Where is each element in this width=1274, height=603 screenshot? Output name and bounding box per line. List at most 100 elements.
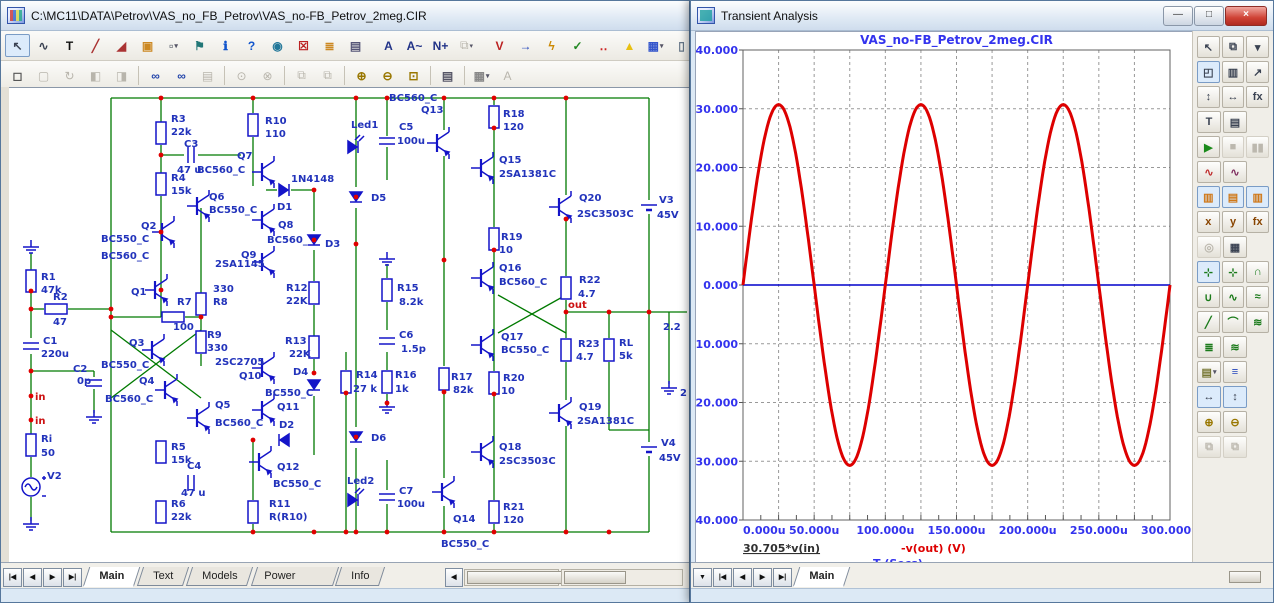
toolbar-separator (138, 66, 139, 85)
schematic-window-titlebar[interactable]: C:\MC11\DATA\Petrov\VAS_no_FB_Petrov\VAS… (1, 1, 689, 31)
info-mode-icon[interactable]: ℹ (213, 34, 238, 57)
fx-axis-settings-icon[interactable]: fx (1246, 211, 1269, 233)
find-next-icon[interactable]: ∞ (169, 64, 194, 87)
top-bottom-icon[interactable]: ≣ (1197, 336, 1221, 358)
tab-info[interactable]: Info (335, 567, 386, 586)
x-axis-settings-icon[interactable]: x (1197, 211, 1220, 233)
find-wave-icon[interactable]: A~ (402, 34, 427, 57)
select-tool-icon[interactable]: ↖ (1197, 36, 1220, 58)
next-peak-icon[interactable]: ∩ (1246, 261, 1269, 283)
digital-path-mode-icon[interactable]: ≣ (317, 34, 342, 57)
point-to-point-mode-icon[interactable]: ◉ (265, 34, 290, 57)
auto-scale-x-icon[interactable]: ↔ (1197, 386, 1221, 408)
next-high-icon[interactable]: ∿ (1222, 286, 1245, 308)
global-high-icon[interactable]: ⌒ (1222, 311, 1245, 333)
conditions-icon[interactable]: ✓ (565, 34, 590, 57)
region-enable-mode-icon[interactable]: ☒ (291, 34, 316, 57)
tab-models[interactable]: Models (186, 567, 254, 586)
minimize-button[interactable]: — (1163, 6, 1193, 26)
prev-page-button[interactable]: ◀ (733, 568, 752, 587)
line-mode-icon[interactable]: ╱ (83, 34, 108, 57)
select-mode-icon[interactable]: ↖ (5, 34, 30, 57)
hscrollbar[interactable] (464, 569, 560, 586)
tab-power-supplies[interactable]: Power Supplies (251, 567, 339, 586)
next-valley-icon[interactable]: ∪ (1197, 286, 1220, 308)
flag-mode-icon[interactable]: ⚑ (187, 34, 212, 57)
tab-text[interactable]: Text (137, 567, 189, 586)
wire-mode-icon[interactable]: ∿ (31, 34, 56, 57)
next-sheet-button[interactable]: ▶ (43, 568, 62, 587)
pane-resize-grip[interactable] (1229, 571, 1261, 583)
one-plot-icon[interactable]: ▥ (1197, 186, 1220, 208)
hscrollbar-2[interactable] (561, 569, 683, 586)
tab-main[interactable]: Main (83, 567, 141, 587)
horizontal-tag-icon[interactable]: ↔ (1222, 86, 1245, 108)
copy-to-clipboard-icon[interactable]: ▤ (435, 64, 460, 87)
currents-icon[interactable]: → (513, 34, 538, 57)
find-icon[interactable]: ∞ (143, 64, 168, 87)
vertical-tag-icon[interactable]: ↕ (1197, 86, 1220, 108)
overlay-plots-icon[interactable]: ▤ (1222, 186, 1245, 208)
global-low-icon[interactable]: ≋ (1246, 311, 1269, 333)
zoom-out-icon[interactable]: ⊖ (375, 64, 400, 87)
zoom-100-icon[interactable]: ⊡ (401, 64, 426, 87)
hscroll-thumb-2[interactable] (564, 571, 626, 584)
zoom-in-icon[interactable]: ⊕ (1197, 411, 1221, 433)
tab-list-button[interactable]: ▼ (693, 568, 712, 587)
go-to-x-icon[interactable]: ⊹ (1197, 261, 1220, 283)
first-page-button[interactable]: |◀ (713, 568, 732, 587)
find-component-icon[interactable]: A (376, 34, 401, 57)
scale-mode-icon[interactable]: ◰ (1197, 61, 1220, 83)
text-tool-icon[interactable]: T (1197, 111, 1221, 133)
copy-tool-icon[interactable]: ⧉ (1222, 36, 1245, 58)
formula-text-icon[interactable]: fx (1246, 86, 1269, 108)
y-axis-settings-icon[interactable]: y (1222, 211, 1245, 233)
svg-text:R2: R2 (53, 292, 68, 303)
auto-scale-y-icon[interactable]: ↕ (1223, 386, 1247, 408)
power-icon[interactable]: ϟ (539, 34, 564, 57)
pin-connections-icon[interactable]: ‥ (591, 34, 616, 57)
transient-window-titlebar[interactable]: Transient Analysis —□× (691, 1, 1273, 31)
grid-toggle-icon[interactable]: ▦▾ (643, 34, 668, 57)
edit-page-mode-icon[interactable]: ▤ (343, 34, 368, 57)
component-mode-icon[interactable]: ▫▾ (161, 34, 186, 57)
properties-icon[interactable]: ▤ (1223, 111, 1247, 133)
color-palette-icon[interactable]: ▦▾ (469, 64, 494, 87)
prev-sheet-button[interactable]: ◀ (23, 568, 42, 587)
plot-area[interactable]: VAS_no-FB_Petrov_2meg.CIR40.00030.00020.… (695, 31, 1195, 569)
node-numbers-icon[interactable]: N+ (428, 34, 453, 57)
next-low-icon[interactable]: ≈ (1246, 286, 1269, 308)
restore-button[interactable]: □ (1194, 6, 1224, 26)
numeric-output-icon[interactable]: ≡ (1223, 361, 1247, 383)
text-mode-icon[interactable]: T (57, 34, 82, 57)
node-voltages-icon[interactable]: V (487, 34, 512, 57)
graphics-mode-icon[interactable]: ◢ (109, 34, 134, 57)
select-region-icon[interactable]: ◻ (5, 64, 30, 87)
hscroll-left-button[interactable]: ◀ (445, 568, 463, 587)
close-button[interactable]: × (1225, 6, 1267, 26)
hscroll-thumb[interactable] (467, 571, 563, 584)
schematic-canvas[interactable]: R147kR247C1220uC20pininRi50V2R322kC347 u… (9, 87, 689, 565)
last-page-button[interactable]: ▶| (773, 568, 792, 587)
warning-annotations-icon[interactable]: ▲ (617, 34, 642, 57)
stepping-icon[interactable]: ∿ (1223, 161, 1247, 183)
edit-data-icon[interactable]: ▦ (1223, 236, 1247, 258)
zoom-in-icon[interactable]: ⊕ (349, 64, 374, 87)
help-mode-icon[interactable]: ? (239, 34, 264, 57)
analysis-limits-icon[interactable]: ∿ (1197, 161, 1221, 183)
clipboard-icon[interactable]: ▤▾ (1197, 361, 1221, 383)
go-to-y-icon[interactable]: ⊹ (1222, 261, 1245, 283)
cursor-mode-icon[interactable]: ▥ (1222, 61, 1245, 83)
point-tag-icon[interactable]: ↗ (1246, 61, 1269, 83)
run-button-icon[interactable]: ▶ (1197, 136, 1220, 158)
next-branch-icon[interactable]: ≋ (1223, 336, 1247, 358)
first-sheet-button[interactable]: |◀ (3, 568, 22, 587)
last-sheet-button[interactable]: ▶| (63, 568, 82, 587)
more-menu-icon[interactable]: ▾ (1246, 36, 1269, 58)
tab-main[interactable]: Main (793, 567, 851, 587)
next-inflection-icon[interactable]: ╱ (1197, 311, 1220, 333)
picture-mode-icon[interactable]: ▣ (135, 34, 160, 57)
separate-plots-icon[interactable]: ▥ (1246, 186, 1269, 208)
next-page-button[interactable]: ▶ (753, 568, 772, 587)
zoom-out-icon[interactable]: ⊖ (1223, 411, 1247, 433)
